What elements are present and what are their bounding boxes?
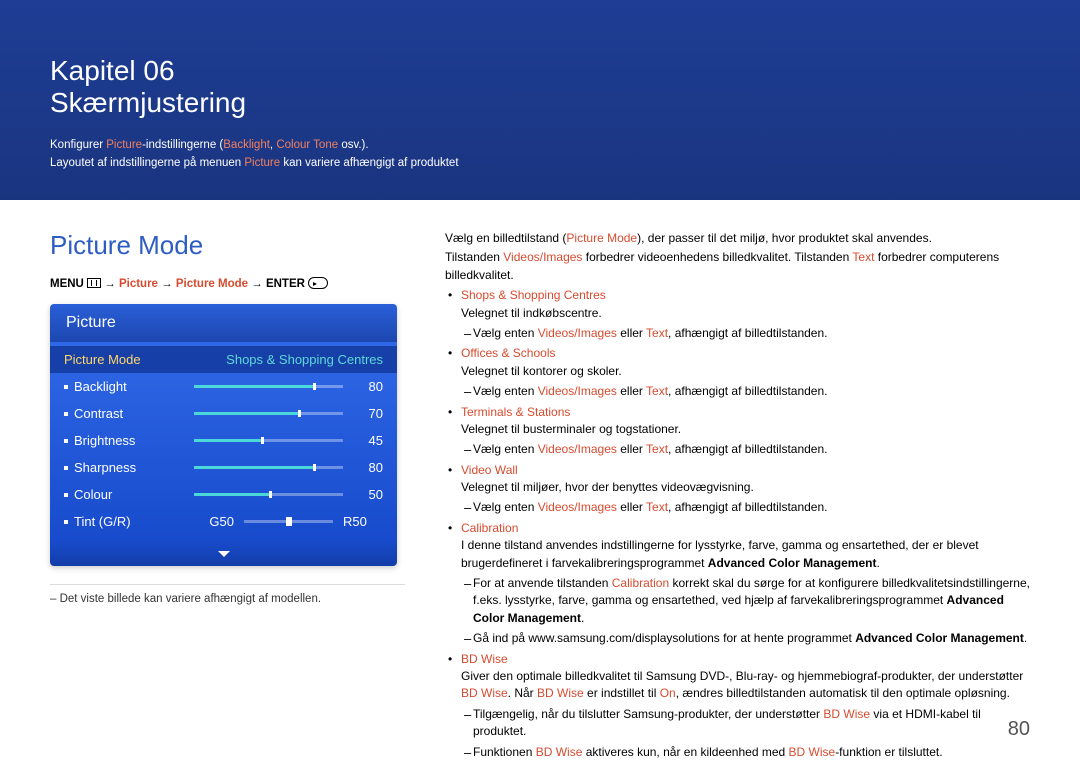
osd-slider-row: Brightness45 [50,427,397,454]
osd-tint-row: Tint (G/R) G50 R50 [50,508,397,535]
item-bdwise: BD Wise Giver den optimale billedkvalite… [445,651,1030,761]
chapter-line-1: Kapitel 06 [50,55,1030,87]
mode-item: Video WallVelegnet til miljøer, hvor der… [445,462,1030,517]
menu-path: MENU → Picture → Picture Mode → ENTER [50,277,405,290]
osd-mode-row: Picture Mode Shops & Shopping Centres [50,346,397,373]
osd-slider-row: Colour50 [50,481,397,508]
chapter-title: Kapitel 06 Skærmjustering [50,55,1030,119]
chevron-down-icon [218,551,230,557]
chapter-line-2: Skærmjustering [50,87,1030,119]
osd-slider-row: Sharpness80 [50,454,397,481]
section-heading: Picture Mode [50,230,405,261]
chapter-header: Kapitel 06 Skærmjustering Konfigurer Pic… [0,0,1080,200]
mode-item: Shops & Shopping CentresVelegnet til ind… [445,287,1030,342]
enter-icon [308,277,328,289]
osd-slider-row: Contrast70 [50,400,397,427]
page-number: 80 [1008,718,1030,741]
osd-slider-row: Backlight80 [50,373,397,400]
body-text: Vælg en billedtilstand (Picture Mode), d… [445,230,1030,761]
osd-preview: Picture Picture Mode Shops & Shopping Ce… [50,304,397,566]
mode-item: Terminals & StationsVelegnet til busterm… [445,404,1030,459]
item-calibration: Calibration I denne tilstand anvendes in… [445,520,1030,648]
model-note: Det viste billede kan variere afhængigt … [50,593,405,605]
divider [50,584,405,585]
menu-icon [87,278,101,288]
osd-title: Picture [50,304,397,342]
osd-scroll-down [50,541,397,566]
mode-item: Offices & SchoolsVelegnet til kontorer o… [445,345,1030,400]
intro-line-1: Konfigurer Picture-indstillingerne (Back… [50,137,1030,154]
intro-line-2: Layoutet af indstillingerne på menuen Pi… [50,155,1030,172]
